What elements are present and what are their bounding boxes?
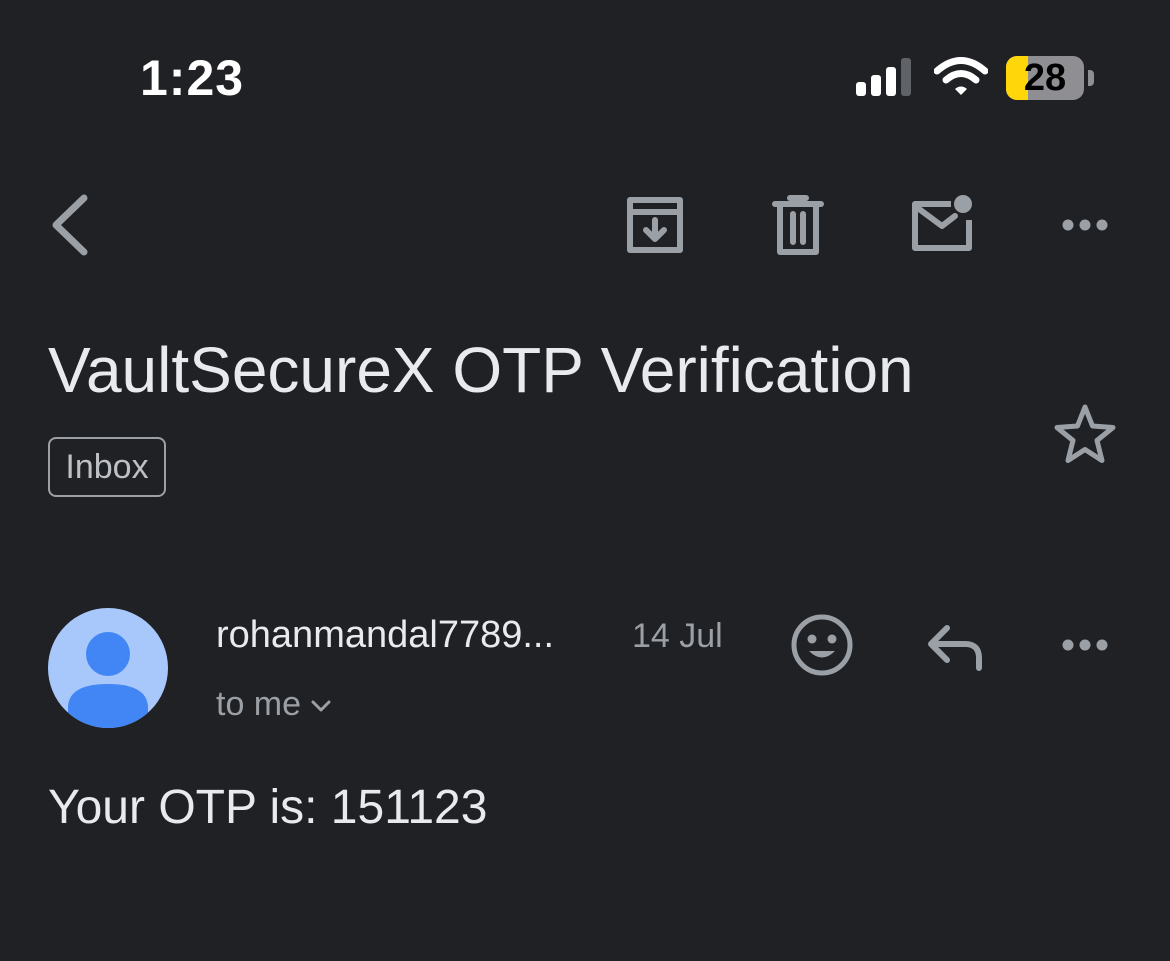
recipient-label: to me	[216, 685, 302, 723]
person-icon	[68, 632, 148, 728]
email-subject: VaultSecureX OTP Verification	[48, 334, 914, 406]
avatar[interactable]	[48, 608, 168, 728]
email-date: 14 Jul	[632, 617, 723, 655]
wifi-icon	[933, 56, 989, 98]
back-arrow-icon[interactable]	[38, 192, 108, 258]
more-icon[interactable]	[1050, 192, 1120, 258]
battery-cap	[1088, 70, 1094, 86]
delete-icon[interactable]	[763, 192, 833, 258]
sender-name[interactable]: rohanmandal7789...	[216, 612, 554, 658]
email-body: Your OTP is: 151123	[48, 781, 488, 834]
recipient-details-toggle[interactable]: to me	[216, 682, 333, 726]
emoji-reaction-icon[interactable]	[789, 612, 855, 678]
battery-level: 28	[1023, 57, 1067, 99]
battery-icon: 28	[1006, 56, 1094, 100]
reply-icon[interactable]	[921, 612, 987, 678]
star-icon[interactable]	[1052, 402, 1118, 468]
archive-icon[interactable]	[620, 192, 690, 258]
status-time: 1:23	[140, 50, 245, 106]
cellular-signal-icon	[854, 56, 914, 98]
mark-unread-icon[interactable]	[907, 192, 977, 258]
chevron-down-icon	[311, 700, 331, 712]
message-more-icon[interactable]	[1052, 612, 1118, 678]
inbox-label-chip[interactable]: Inbox	[48, 437, 166, 497]
